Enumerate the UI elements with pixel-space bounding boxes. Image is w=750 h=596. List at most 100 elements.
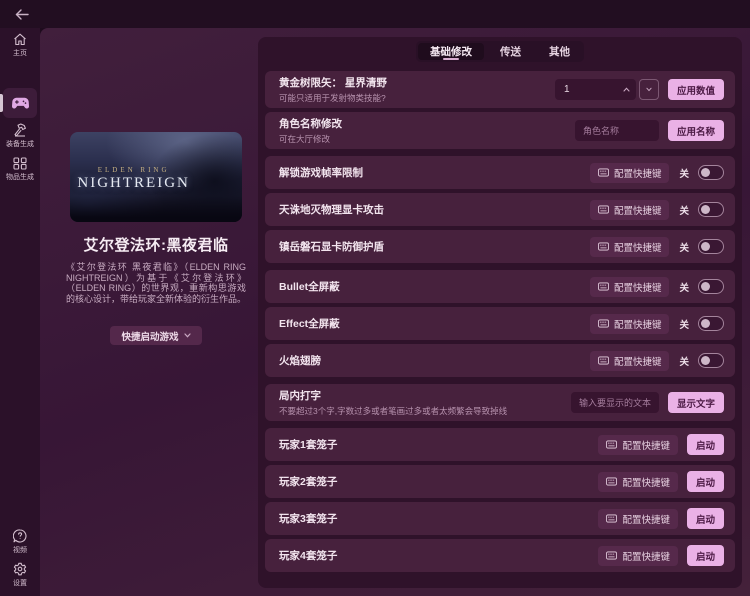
- toggle-switch[interactable]: [698, 316, 724, 331]
- chevron-up-icon: [623, 87, 630, 92]
- sidebar-item-game[interactable]: [3, 88, 37, 118]
- option-subtitle: 可在大厅修改: [279, 133, 342, 145]
- option-text: Bullet全屏蔽: [279, 279, 340, 294]
- option-text: Effect全屏蔽: [279, 316, 340, 331]
- option-controls: 配置快捷键关: [590, 277, 724, 297]
- apply-text-button[interactable]: 应用名称: [668, 120, 724, 141]
- option-title: 玩家3套笼子: [279, 511, 337, 526]
- toggle-switch[interactable]: [698, 202, 724, 217]
- toggle-state-label: 关: [679, 280, 689, 294]
- back-arrow-icon: [15, 9, 29, 20]
- configure-hotkey-button[interactable]: 配置快捷键: [590, 200, 670, 220]
- sidebar-item-video[interactable]: 视频: [0, 529, 40, 555]
- configure-hotkey-button[interactable]: 配置快捷键: [590, 237, 670, 257]
- back-button[interactable]: [13, 6, 31, 22]
- keyboard-icon: [598, 242, 609, 251]
- configure-hotkey-label: 配置快捷键: [614, 166, 662, 180]
- cover-logo-top: ELDEN RING: [70, 166, 197, 174]
- option-text: 角色名称修改可在大厅修改: [279, 116, 342, 145]
- sidebar-item-label: 设置: [13, 578, 27, 588]
- toggle-knob: [701, 242, 710, 251]
- configure-hotkey-button[interactable]: 配置快捷键: [598, 435, 678, 455]
- toggle-knob: [701, 205, 710, 214]
- apply-text-button[interactable]: 显示文字: [668, 392, 724, 413]
- option-title: 镇岳磐石显卡防御护盾: [279, 239, 384, 254]
- option-row: Effect全屏蔽 配置快捷键 关: [265, 307, 735, 340]
- keyboard-icon: [606, 440, 617, 449]
- configure-hotkey-label: 配置快捷键: [614, 317, 662, 331]
- option-text: 玩家3套笼子: [279, 511, 337, 526]
- configure-hotkey-button[interactable]: 配置快捷键: [598, 509, 678, 529]
- sidebar: 主页 装备生成 物品生成 视频 设置: [0, 28, 40, 596]
- toggle-switch[interactable]: [698, 239, 724, 254]
- option-row: 玩家3套笼子 配置快捷键 启动: [265, 502, 735, 535]
- option-controls: 输入要显示的文本显示文字: [571, 392, 724, 413]
- option-controls: 配置快捷键 启动: [598, 508, 724, 529]
- launch-action-button[interactable]: 启动: [687, 508, 724, 529]
- number-value: 1: [564, 84, 570, 95]
- toggle-switch[interactable]: [698, 165, 724, 180]
- quick-launch-button[interactable]: 快捷启动游戏: [110, 326, 201, 345]
- configure-hotkey-button[interactable]: 配置快捷键: [590, 351, 670, 371]
- option-controls: 配置快捷键 关: [590, 314, 724, 334]
- launch-action-button[interactable]: 启动: [687, 434, 724, 455]
- sidebar-item-home[interactable]: 主页: [0, 33, 40, 58]
- toggle-knob: [701, 356, 710, 365]
- configure-hotkey-label: 配置快捷键: [622, 438, 670, 452]
- configure-hotkey-button[interactable]: 配置快捷键: [590, 277, 670, 297]
- game-cover-art: ELDEN RING NIGHTREIGN: [70, 132, 242, 222]
- help-bubble-icon: [13, 529, 27, 543]
- sidebar-item-equip-gen[interactable]: 装备生成: [0, 123, 40, 149]
- configure-hotkey-button[interactable]: 配置快捷键: [598, 472, 678, 492]
- items-grid-icon: [13, 157, 27, 170]
- toggle-switch[interactable]: [698, 353, 724, 368]
- option-row: 角色名称修改可在大厅修改 角色名称应用名称: [265, 112, 735, 149]
- sidebar-item-label: 物品生成: [6, 172, 34, 182]
- spinner-down-button[interactable]: [639, 79, 659, 100]
- text-input[interactable]: 输入要显示的文本: [571, 392, 659, 413]
- keyboard-icon: [598, 319, 609, 328]
- tab-basic-mods[interactable]: 基础修改: [418, 43, 484, 60]
- number-input[interactable]: 1: [555, 79, 636, 100]
- toggle-state-label: 关: [679, 240, 689, 254]
- configure-hotkey-button[interactable]: 配置快捷键: [598, 546, 678, 566]
- option-controls: 角色名称应用名称: [575, 120, 724, 141]
- launch-action-button[interactable]: 启动: [687, 545, 724, 566]
- option-row: 镇岳磐石显卡防御护盾 配置快捷键关: [265, 230, 735, 263]
- sidebar-item-settings[interactable]: 设置: [0, 562, 40, 588]
- options-panel: 基础修改 传送 其他 黄金树限矢： 星界清野可能只适用于发射物类技能?1应用数值…: [258, 37, 742, 588]
- configure-hotkey-label: 配置快捷键: [622, 475, 670, 489]
- sidebar-item-item-gen[interactable]: 物品生成: [0, 157, 40, 182]
- text-input[interactable]: 角色名称: [575, 120, 659, 141]
- tab-other[interactable]: 其他: [537, 43, 582, 60]
- tab-teleport[interactable]: 传送: [488, 43, 533, 60]
- option-row: 玩家1套笼子配置快捷键启动: [265, 428, 735, 461]
- keyboard-icon: [598, 168, 609, 177]
- gamepad-icon: [12, 97, 29, 109]
- toggle-state-label: 关: [679, 354, 689, 368]
- option-row: 玩家4套笼子配置快捷键启动: [265, 539, 735, 572]
- toggle-switch[interactable]: [698, 279, 724, 294]
- option-title: Bullet全屏蔽: [279, 279, 340, 294]
- keyboard-icon: [606, 477, 617, 486]
- configure-hotkey-button[interactable]: 配置快捷键: [590, 163, 670, 183]
- keyboard-icon: [598, 356, 609, 365]
- option-title: 天诛地灭物理显卡攻击: [279, 202, 384, 217]
- option-controls: 配置快捷键关: [590, 351, 724, 371]
- option-controls: 配置快捷键 启动: [598, 434, 724, 455]
- option-text: 玩家2套笼子: [279, 474, 337, 489]
- option-title: 解锁游戏帧率限制: [279, 165, 363, 180]
- apply-value-button[interactable]: 应用数值: [668, 79, 724, 100]
- option-row: Bullet全屏蔽 配置快捷键关: [265, 270, 735, 303]
- spinner-up-button[interactable]: [623, 87, 630, 92]
- toggle-state-label: 关: [679, 317, 689, 331]
- configure-hotkey-button[interactable]: 配置快捷键: [590, 314, 670, 334]
- option-controls: 配置快捷键关: [590, 163, 724, 183]
- sidebar-item-label: 装备生成: [6, 139, 34, 149]
- toggle-knob: [701, 319, 710, 328]
- configure-hotkey-label: 配置快捷键: [622, 512, 670, 526]
- option-row: 局内打字不要超过3个字,字数过多或者笔画过多或者太频繁会导致掉线输入要显示的文本…: [265, 384, 735, 421]
- keyboard-icon: [606, 551, 617, 560]
- launch-action-button[interactable]: 启动: [687, 471, 724, 492]
- game-title: 艾尔登法环:黑夜君临: [66, 234, 246, 255]
